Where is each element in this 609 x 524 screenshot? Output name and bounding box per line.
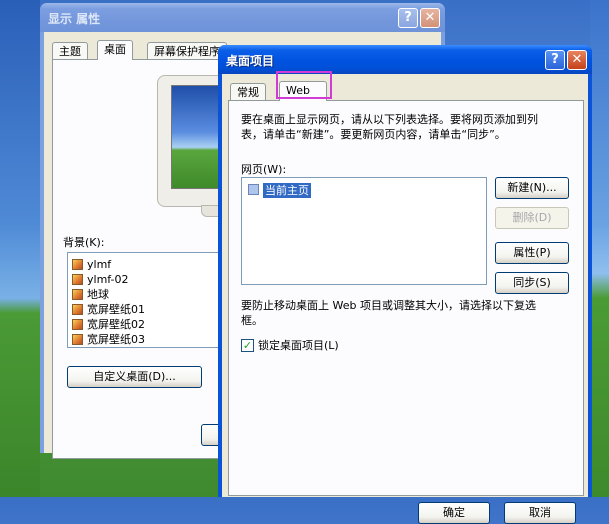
- tab-general[interactable]: 常规: [230, 83, 266, 101]
- image-file-icon: [72, 289, 83, 300]
- background-item-label: ylmf: [87, 258, 112, 271]
- background-label: 背景(K):: [63, 236, 105, 249]
- sync-button[interactable]: 同步(S): [495, 272, 569, 294]
- web-tab-panel: 要在桌面上显示网页，请从以下列表选择。要将网页添加到列 表，请单击“新建”。要更…: [228, 100, 584, 496]
- lock-text-line-1: 要防止移动桌面上 Web 项目或调整其大小，请选择以下复选: [241, 299, 536, 312]
- window-title: 桌面项目: [226, 54, 275, 68]
- cancel-button[interactable]: 取消: [504, 502, 576, 524]
- customize-desktop-button[interactable]: 自定义桌面(D)...: [67, 366, 202, 388]
- close-button[interactable]: ✕: [567, 50, 587, 70]
- tab-desktop[interactable]: 桌面: [97, 40, 133, 60]
- new-button[interactable]: 新建(N)...: [495, 177, 569, 199]
- background-list[interactable]: ylmf ylmf-02 地球宽屏壁纸01 宽屏壁纸02 宽屏壁纸03: [67, 252, 227, 348]
- image-file-icon: [72, 334, 83, 345]
- lock-text-line-2: 框。: [241, 314, 263, 327]
- background-item-label: 宽屏壁纸02: [87, 318, 145, 331]
- image-file-icon: [72, 274, 83, 285]
- image-file-icon: [72, 304, 83, 315]
- display-properties-titlebar[interactable]: 显示 属性 ? ✕: [40, 3, 445, 32]
- desktop-items-window: 桌面项目 ? ✕ 常规 Web 要在桌面上显示网页，请从以下列表选择。要将网页添…: [218, 45, 592, 524]
- desktop-items-titlebar[interactable]: 桌面项目 ? ✕: [218, 45, 592, 74]
- window-title: 显示 属性: [48, 12, 101, 26]
- description-line-2: 表，请单击“新建”。要更新网页内容，请单击“同步”。: [241, 128, 506, 141]
- description-line-1: 要在桌面上显示网页，请从以下列表选择。要将网页添加到列: [241, 113, 538, 126]
- background-item-label: 宽屏壁纸03: [87, 333, 145, 346]
- background-item-label: 地球: [87, 288, 109, 301]
- desktop-background-right: [590, 0, 609, 497]
- delete-button[interactable]: 删除(D): [495, 207, 569, 229]
- properties-button[interactable]: 属性(P): [495, 242, 569, 264]
- ok-button[interactable]: 确定: [418, 502, 490, 524]
- close-button[interactable]: ✕: [420, 8, 440, 28]
- image-file-icon: [72, 259, 83, 270]
- webpages-list[interactable]: 当前主页: [241, 177, 487, 285]
- webpage-label: 当前主页: [263, 183, 311, 198]
- tab-theme[interactable]: 主题: [52, 42, 88, 60]
- webpages-label: 网页(W):: [241, 163, 287, 176]
- help-button[interactable]: ?: [398, 8, 418, 28]
- background-item-label: ylmf-02: [87, 273, 129, 286]
- web-tab-highlight: [276, 71, 332, 99]
- lock-checkbox-label: 锁定桌面项目(L): [258, 339, 339, 352]
- desktop-background: [0, 0, 40, 497]
- background-item-label: 宽屏壁纸01: [87, 303, 145, 316]
- lock-checkbox[interactable]: ✓: [241, 339, 254, 352]
- help-button[interactable]: ?: [545, 50, 565, 70]
- tab-screensaver[interactable]: 屏幕保护程序: [147, 42, 227, 60]
- image-file-icon: [72, 319, 83, 330]
- desktop-items-client: 常规 Web 要在桌面上显示网页，请从以下列表选择。要将网页添加到列 表，请单击…: [222, 71, 588, 524]
- webpage-checkbox[interactable]: [248, 184, 259, 195]
